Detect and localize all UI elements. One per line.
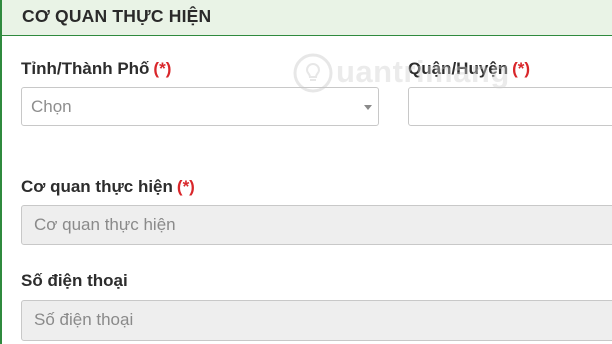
required-mark: (*) <box>153 59 172 78</box>
agency-label: Cơ quan thực hiện (*) <box>21 177 195 197</box>
phone-label: Số điện thoại <box>21 271 128 291</box>
phone-input-placeholder: Số điện thoại <box>34 310 134 329</box>
district-select[interactable] <box>408 87 612 126</box>
agency-label-text: Cơ quan thực hiện <box>21 177 173 196</box>
required-mark: (*) <box>176 177 195 196</box>
phone-label-text: Số điện thoại <box>21 271 128 290</box>
chevron-down-icon <box>364 105 372 110</box>
panel-header: CƠ QUAN THỰC HIỆN <box>2 0 612 36</box>
province-label-text: Tỉnh/Thành Phố <box>21 59 150 78</box>
district-label-text: Quận/Huyện <box>408 59 509 78</box>
panel-title: CƠ QUAN THỰC HIỆN <box>22 6 212 26</box>
agency-input-placeholder: Cơ quan thực hiện <box>34 215 176 234</box>
required-mark: (*) <box>512 59 531 78</box>
province-select-value: Chọn <box>31 97 72 116</box>
agency-input[interactable]: Cơ quan thực hiện <box>21 205 612 245</box>
province-label: Tỉnh/Thành Phố (*) <box>21 59 171 79</box>
agency-panel: CƠ QUAN THỰC HIỆN Tỉnh/Thành Phố (*) Chọn… <box>0 0 612 344</box>
province-select[interactable]: Chọn <box>21 87 379 126</box>
phone-input[interactable]: Số điện thoại <box>21 300 612 341</box>
district-label: Quận/Huyện (*) <box>408 59 530 79</box>
